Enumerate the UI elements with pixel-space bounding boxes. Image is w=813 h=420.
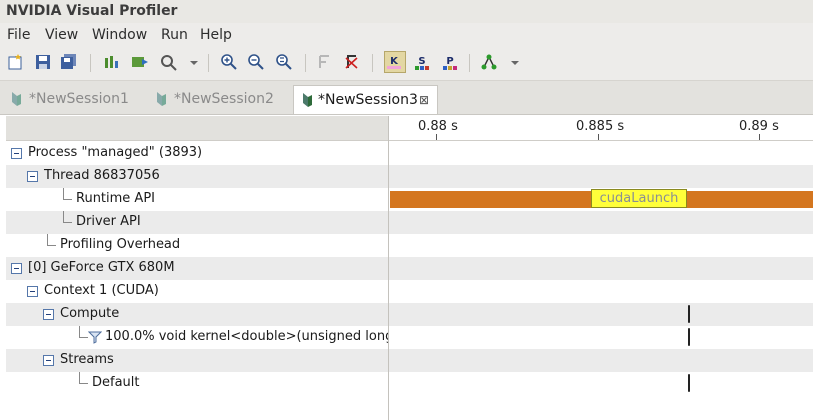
tree-row[interactable]: Process "managed" (3893)	[6, 142, 388, 165]
tree-row-label: Context 1 (CUDA)	[44, 283, 159, 298]
timeline-row[interactable]	[389, 349, 813, 372]
zoom-in-icon[interactable]	[220, 53, 238, 71]
menu-run[interactable]: Run	[161, 27, 188, 43]
tree-row-label: 100.0% void kernel<double>(unsigned long…	[105, 329, 405, 344]
tree-row[interactable]: Compute	[6, 303, 388, 326]
tree-row[interactable]: Profiling Overhead	[6, 234, 388, 257]
menu-view[interactable]: View	[45, 27, 78, 43]
export-icon[interactable]	[131, 53, 149, 71]
zoom-fit-icon[interactable]	[275, 53, 293, 71]
tree-row-label: [0] GeForce GTX 680M	[28, 260, 175, 275]
collapse-icon[interactable]	[43, 309, 54, 320]
save-all-icon[interactable]	[60, 53, 78, 71]
dependency-icon[interactable]	[480, 53, 498, 71]
tree-row[interactable]: Default	[6, 372, 388, 395]
ruler-label: 0.89 s	[739, 119, 779, 134]
tree-connector-icon	[79, 326, 88, 338]
session-icon	[12, 92, 21, 106]
menu-bar: File View Window Run Help	[0, 23, 813, 47]
toolbar: K S P	[0, 47, 813, 81]
collapse-icon[interactable]	[27, 171, 38, 182]
timeline-tree: Process "managed" (3893) Thread 86837056 R…	[6, 116, 405, 420]
timeline-row[interactable]	[389, 142, 813, 165]
tree-row[interactable]: Runtime API	[6, 188, 388, 211]
ruler-label: 0.885 s	[576, 119, 625, 134]
time-ruler: 0.88 s 0.885 s 0.89 s	[389, 116, 813, 141]
menu-help[interactable]: Help	[200, 27, 232, 43]
tree-row[interactable]: Streams	[6, 349, 388, 372]
tree-row-label: Driver API	[76, 214, 141, 229]
collapse-icon[interactable]	[11, 148, 22, 159]
timeline-row[interactable]: cudaLaunch	[389, 188, 813, 211]
stream-view-icon[interactable]: S	[413, 53, 431, 71]
session-icon	[303, 93, 312, 107]
tab-newsession1[interactable]: *NewSession1	[9, 85, 144, 113]
save-icon[interactable]	[34, 53, 52, 71]
tree-connector-icon	[63, 188, 72, 200]
dropdown-icon[interactable]	[185, 53, 198, 71]
tree-connector-icon	[63, 211, 72, 223]
tree-row[interactable]: [0] GeForce GTX 680M	[6, 257, 388, 280]
tree-connector-icon	[47, 234, 56, 246]
import-icon[interactable]	[103, 53, 121, 71]
settings-icon[interactable]	[159, 53, 177, 71]
svg-text:K: K	[390, 56, 399, 67]
timeline-row[interactable]	[389, 211, 813, 234]
filter-icon[interactable]	[88, 330, 102, 344]
api-call-box[interactable]: cudaLaunch	[591, 189, 687, 208]
menu-file[interactable]: File	[7, 27, 30, 43]
timeline-row[interactable]	[389, 234, 813, 257]
filter-icon[interactable]	[316, 53, 334, 71]
tree-row[interactable]: Context 1 (CUDA)	[6, 280, 388, 303]
timeline-row[interactable]	[389, 326, 813, 349]
process-view-icon[interactable]: P	[441, 53, 459, 71]
timeline-row[interactable]	[389, 372, 813, 395]
tree-row[interactable]: Driver API	[6, 211, 388, 234]
svg-text:P: P	[446, 56, 453, 67]
window-title: NVIDIA Visual Profiler	[6, 3, 178, 19]
tree-row-label: Compute	[60, 306, 120, 321]
title-bar: NVIDIA Visual Profiler	[0, 0, 813, 23]
collapse-icon[interactable]	[11, 263, 22, 274]
session-tabs: *NewSession1 *NewSession2 *NewSession3 ⊠	[0, 81, 813, 115]
tree-row[interactable]: Thread 86837056	[6, 165, 388, 188]
timeline-view[interactable]: 0.88 s 0.885 s 0.89 s cudaLaunch	[389, 116, 813, 420]
menu-window[interactable]: Window	[92, 27, 147, 43]
tree-row[interactable]: 100.0% void kernel<double>(unsigned long…	[6, 326, 405, 349]
timeline-row[interactable]	[389, 165, 813, 188]
timeline-row[interactable]	[389, 303, 813, 326]
session-icon	[157, 92, 166, 106]
tree-row-label: Process "managed" (3893)	[28, 145, 203, 160]
zoom-out-icon[interactable]	[247, 53, 265, 71]
collapse-icon[interactable]	[43, 355, 54, 366]
tree-row-label: Profiling Overhead	[60, 237, 181, 252]
tab-close-icon[interactable]: ⊠	[419, 93, 429, 107]
clear-filter-icon[interactable]	[343, 53, 361, 71]
tree-row-label: Thread 86837056	[44, 168, 160, 183]
kernel-view-icon[interactable]: K	[384, 51, 406, 73]
tree-row-label: Streams	[60, 352, 114, 367]
tab-newsession2[interactable]: *NewSession2	[154, 85, 289, 113]
tab-newsession3[interactable]: *NewSession3 ⊠	[293, 85, 438, 114]
kernel-marker[interactable]	[688, 328, 690, 346]
collapse-icon[interactable]	[27, 286, 38, 297]
timeline-row[interactable]	[389, 280, 813, 303]
tree-row-label: Default	[92, 375, 140, 390]
tree-row-label: Runtime API	[76, 191, 155, 206]
svg-text:S: S	[418, 56, 425, 67]
ruler-label: 0.88 s	[418, 119, 458, 134]
kernel-marker[interactable]	[688, 374, 690, 392]
tree-connector-icon	[79, 372, 88, 384]
tree-header	[6, 116, 388, 141]
kernel-marker[interactable]	[688, 305, 690, 323]
new-session-icon[interactable]	[7, 53, 25, 71]
timeline-row[interactable]	[389, 257, 813, 280]
dependency-dropdown-icon[interactable]	[506, 53, 519, 71]
